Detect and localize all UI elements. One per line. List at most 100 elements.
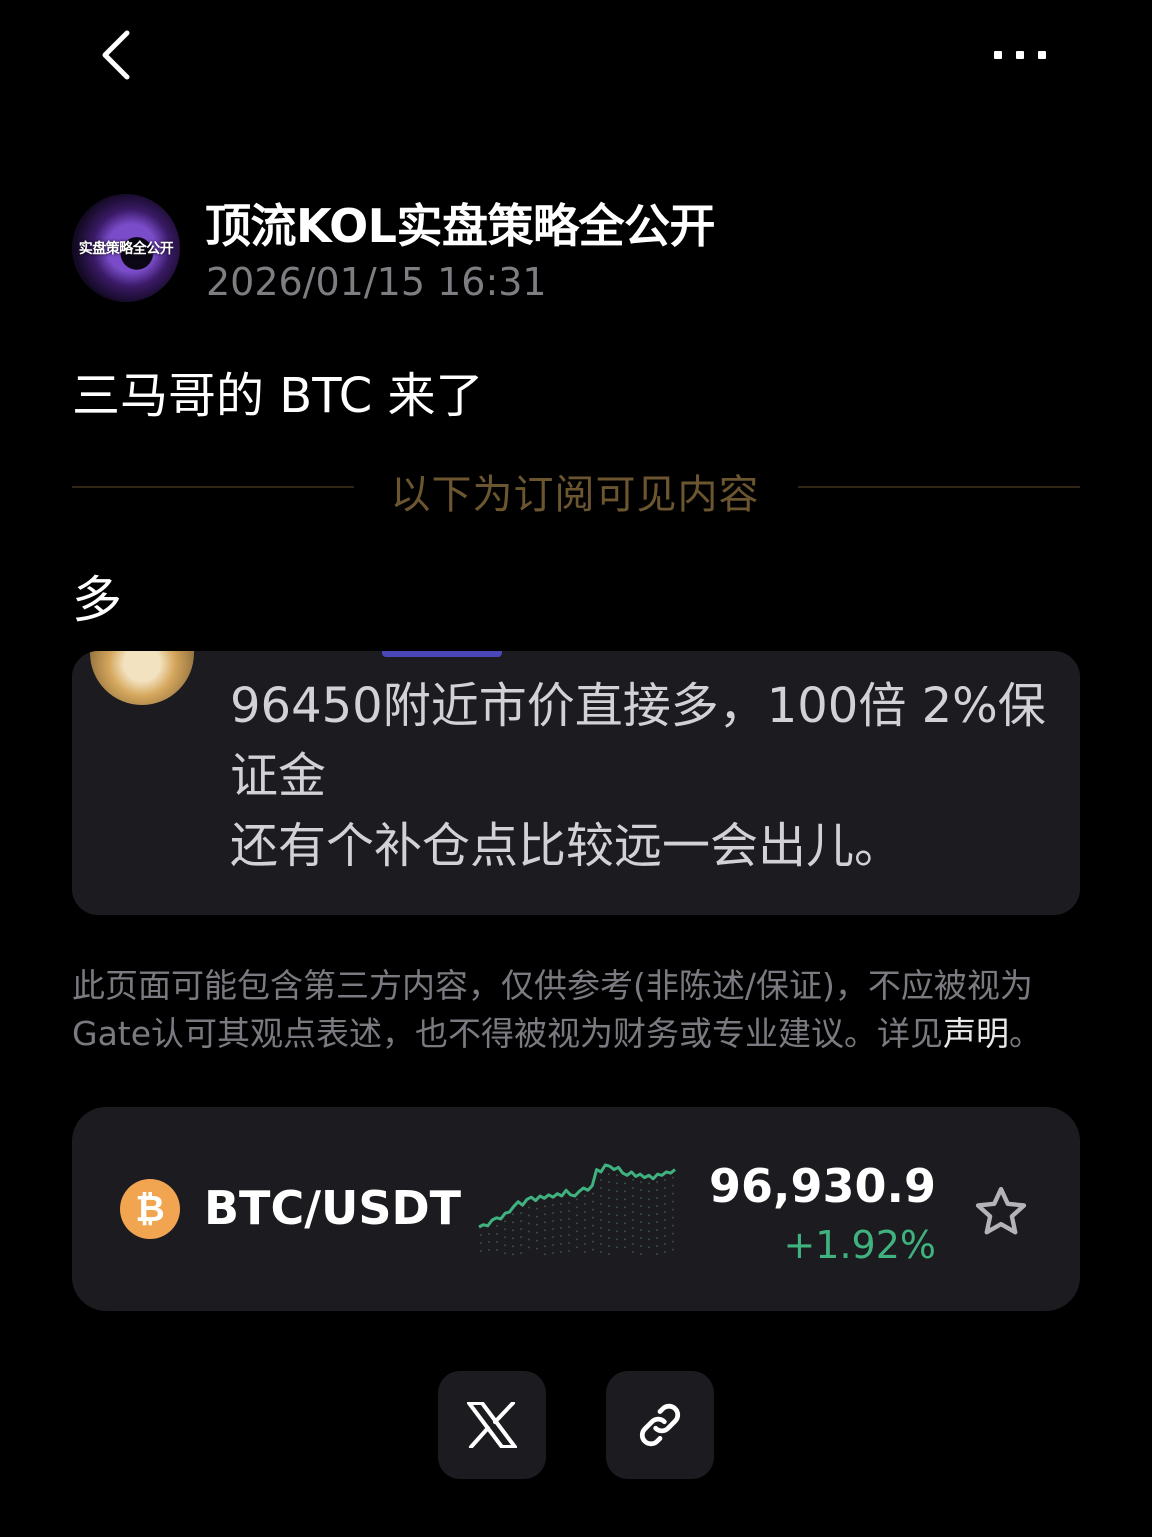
sparkline-fill-dot xyxy=(616,1174,618,1177)
sparkline-fill-dot xyxy=(512,1229,514,1232)
sparkline-fill-dot xyxy=(656,1229,658,1232)
sparkline-fill-dot xyxy=(624,1238,626,1241)
ticker-change: +1.92% xyxy=(783,1223,936,1267)
share-x-button[interactable] xyxy=(438,1371,546,1479)
sparkline-fill-dot xyxy=(528,1206,530,1209)
sparkline-fill-dot xyxy=(664,1202,666,1205)
sparkline-fill-dot xyxy=(576,1238,578,1241)
sparkline-fill-dot xyxy=(672,1176,674,1179)
sparkline-fill-dot xyxy=(536,1215,538,1218)
sparkline-fill-dot xyxy=(672,1208,674,1211)
sparkline-fill-dot xyxy=(648,1206,650,1209)
sparkline-fill-dot xyxy=(632,1210,634,1213)
author-name[interactable]: 顶流KOL实盘策略全公开 xyxy=(205,190,716,256)
sparkline-fill-dot xyxy=(568,1233,570,1236)
sparkline-fill-dot xyxy=(576,1206,578,1209)
sparkline-fill-dot xyxy=(560,1203,562,1205)
sparkline-fill-dot xyxy=(608,1213,610,1216)
sparkline-fill-dot xyxy=(536,1239,538,1242)
back-button[interactable] xyxy=(80,20,150,90)
sparkline-fill-dot xyxy=(480,1234,482,1236)
disclaimer-text: 此页面可能包含第三方内容，仅供参考(非陈述/保证)，不应被视为Gate认可其观点… xyxy=(72,966,1033,1053)
post-body: 多 xyxy=(72,571,122,629)
sparkline-fill-dot xyxy=(624,1182,626,1185)
sparkline-fill-dot xyxy=(552,1204,554,1207)
sparkline-fill-dot xyxy=(656,1253,658,1256)
more-button[interactable] xyxy=(980,30,1060,80)
sparkline-fill-dot xyxy=(608,1237,610,1240)
sparkline-fill-dot xyxy=(624,1206,626,1209)
sparkline-fill-dot xyxy=(656,1205,658,1208)
more-dot xyxy=(1038,51,1046,59)
sparkline-fill-dot xyxy=(528,1246,530,1249)
sparkline-fill-dot xyxy=(664,1218,666,1221)
star-icon[interactable] xyxy=(972,1183,1030,1241)
sparkline-fill-dot xyxy=(640,1205,642,1208)
sparkline-fill-dot xyxy=(616,1182,618,1185)
bitcoin-icon: ₿ xyxy=(120,1179,180,1239)
sparkline-fill-dot xyxy=(544,1237,546,1240)
statement-link[interactable]: 声明 xyxy=(943,1014,1009,1053)
sparkline-fill-dot xyxy=(488,1248,490,1251)
sparkline-fill-dot xyxy=(672,1224,674,1227)
sparkline-fill-dot xyxy=(656,1213,658,1216)
sparkline-fill-dot xyxy=(576,1230,578,1233)
sparkline-fill-dot xyxy=(592,1208,594,1211)
sparkline-fill-dot xyxy=(640,1189,642,1192)
link-icon xyxy=(639,1403,681,1447)
chevron-left-icon xyxy=(102,30,130,80)
sparkline-fill-dot xyxy=(648,1230,650,1233)
divider-right xyxy=(798,486,1080,488)
sparkline-fill-dot xyxy=(656,1237,658,1240)
sparkline-fill-dot xyxy=(608,1181,610,1184)
sparkline-fill-dot xyxy=(648,1238,650,1241)
sparkline-fill-dot xyxy=(512,1253,514,1256)
sparkline-fill-dot xyxy=(656,1197,658,1200)
author-avatar[interactable]: 实盘策略全公开 xyxy=(72,194,180,302)
sparkline-fill-dot xyxy=(632,1226,634,1229)
sparkline-fill-dot xyxy=(632,1202,634,1205)
sparkline-line xyxy=(478,1163,676,1229)
sparkline-fill-dot xyxy=(544,1253,546,1256)
sparkline-fill-dot xyxy=(600,1242,602,1245)
sparkline-fill-dot xyxy=(632,1186,634,1189)
sparkline-fill-dot xyxy=(616,1206,618,1209)
sparkline-fill-dot xyxy=(536,1247,538,1250)
sparkline-fill-dot xyxy=(520,1244,522,1247)
sparkline-fill-dot xyxy=(608,1205,610,1208)
sparkline-fill-dot xyxy=(672,1200,674,1203)
sparkline-fill-dot xyxy=(584,1227,586,1229)
sparkline-fill-dot xyxy=(624,1214,626,1217)
avatar-label: 实盘策略全公开 xyxy=(78,241,174,257)
sparkline-fill-dot xyxy=(648,1190,650,1193)
sparkline-fill-dot xyxy=(616,1190,618,1193)
quoted-badge xyxy=(382,651,502,657)
copy-link-button[interactable] xyxy=(606,1371,714,1479)
sparkline-fill-dot xyxy=(488,1232,490,1235)
sparkline-fill-dot xyxy=(504,1236,506,1239)
ticker-card[interactable]: ₿ BTC/USDT 96,930.9 +1.92% xyxy=(72,1107,1080,1311)
sparkline-fill-dot xyxy=(640,1221,642,1224)
sparkline-fill-dot xyxy=(544,1213,546,1216)
sparkline-fill-dot xyxy=(624,1230,626,1233)
sparkline-fill-dot xyxy=(568,1241,570,1244)
quoted-text: 96450附近市价直接多，100倍 2%保证金 还有个补仓点比较远一会出儿。 xyxy=(230,671,1070,881)
sparkline-fill-dot xyxy=(608,1189,610,1192)
sparkline-fill-dot xyxy=(592,1224,594,1227)
sparkline-fill-dot xyxy=(592,1232,594,1235)
sparkline-fill-dot xyxy=(672,1232,674,1235)
disclaimer-end: 。 xyxy=(1009,1014,1043,1053)
sparkline-fill-dot xyxy=(600,1218,602,1221)
sparkline-fill-dot xyxy=(600,1202,602,1205)
sparkline-fill-dot xyxy=(496,1232,498,1235)
sparkline-fill-dot xyxy=(536,1207,538,1210)
sparkline-fill-dot xyxy=(648,1214,650,1217)
sparkline-fill-dot xyxy=(584,1235,586,1237)
sparkline-fill-dot xyxy=(528,1222,530,1225)
sparkline-fill-dot xyxy=(560,1219,562,1221)
post-title: 三马哥的 BTC 来了 xyxy=(72,368,484,424)
sparkline-fill-dot xyxy=(656,1221,658,1224)
sparkline-fill-dot xyxy=(672,1184,674,1187)
sparkline-fill-dot xyxy=(560,1251,562,1253)
sparkline-fill-dot xyxy=(576,1246,578,1249)
